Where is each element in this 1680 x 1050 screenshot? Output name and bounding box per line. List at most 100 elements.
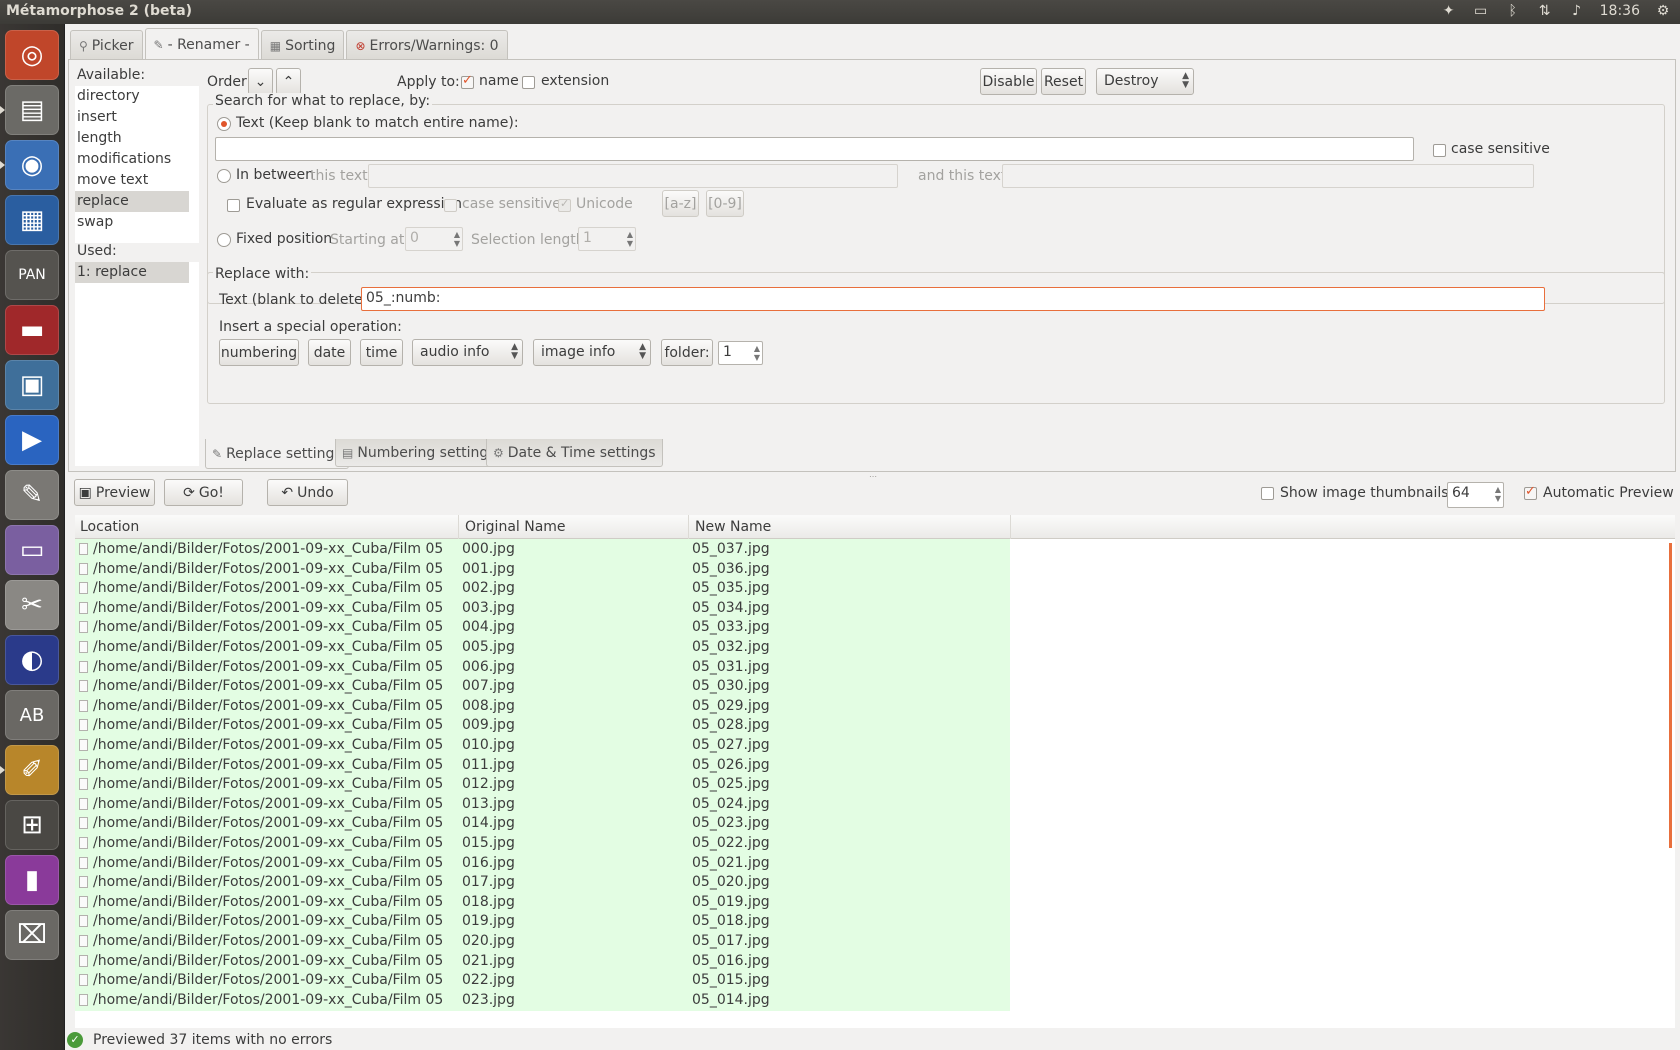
digits-button[interactable]: [0-9]: [706, 190, 744, 217]
order-down-button[interactable]: ⌄: [248, 68, 273, 95]
folder-button[interactable]: folder:: [661, 339, 713, 366]
case-sensitive-checkbox[interactable]: [1433, 144, 1446, 157]
table-row[interactable]: /home/andi/Bilder/Fotos/2001-09-xx_Cuba/…: [75, 578, 1675, 600]
table-row[interactable]: /home/andi/Bilder/Fotos/2001-09-xx_Cuba/…: [75, 735, 1675, 756]
table-row[interactable]: /home/andi/Bilder/Fotos/2001-09-xx_Cuba/…: [75, 715, 1675, 737]
workspace-switcher-icon[interactable]: ⊞: [5, 800, 59, 850]
table-row[interactable]: /home/andi/Bilder/Fotos/2001-09-xx_Cuba/…: [75, 950, 1675, 972]
extension-checkbox[interactable]: [522, 76, 535, 89]
table-row[interactable]: /home/andi/Bilder/Fotos/2001-09-xx_Cuba/…: [75, 539, 1675, 560]
regex-case-checkbox[interactable]: [444, 199, 457, 212]
fixed-position-radio[interactable]: [217, 233, 231, 247]
list-item[interactable]: modifications: [75, 149, 199, 170]
table-row[interactable]: /home/andi/Bilder/Fotos/2001-09-xx_Cuba/…: [75, 774, 1675, 796]
table-row[interactable]: /home/andi/Bilder/Fotos/2001-09-xx_Cuba/…: [75, 793, 1675, 815]
auto-preview-checkbox[interactable]: [1524, 484, 1537, 500]
tab-datetime-settings[interactable]: ⚙ Date & Time settings: [486, 439, 663, 467]
column-original-name[interactable]: Original Name: [465, 519, 566, 535]
table-row[interactable]: /home/andi/Bilder/Fotos/2001-09-xx_Cuba/…: [75, 931, 1675, 952]
table-row[interactable]: /home/andi/Bilder/Fotos/2001-09-xx_Cuba/…: [75, 754, 1675, 776]
replace-text-input[interactable]: 05_:numb:: [361, 287, 1545, 311]
and-this-text-input[interactable]: [1002, 164, 1534, 188]
table-row[interactable]: /home/andi/Bilder/Fotos/2001-09-xx_Cuba/…: [75, 656, 1675, 678]
tab-sorting[interactable]: ▦ Sorting: [260, 30, 345, 60]
clock[interactable]: 18:36: [1600, 3, 1640, 19]
column-new-name[interactable]: New Name: [695, 519, 771, 535]
name-checkbox[interactable]: [461, 73, 474, 89]
table-row[interactable]: /home/andi/Bilder/Fotos/2001-09-xx_Cuba/…: [75, 891, 1675, 913]
tab-renamer[interactable]: ✎ - Renamer -: [144, 28, 259, 60]
table-row[interactable]: /home/andi/Bilder/Fotos/2001-09-xx_Cuba/…: [75, 911, 1675, 933]
list-item-selected[interactable]: replace: [75, 191, 189, 212]
thumbnail-size-spinner[interactable]: 64 ▲ ▼: [1447, 482, 1504, 508]
list-item[interactable]: insert: [75, 107, 199, 128]
battery-icon[interactable]: ▭: [1472, 2, 1490, 20]
unicode-checkbox[interactable]: [558, 197, 571, 212]
table-row[interactable]: /home/andi/Bilder/Fotos/2001-09-xx_Cuba/…: [75, 676, 1675, 698]
pan-icon[interactable]: PAN: [5, 250, 59, 300]
column-location[interactable]: Location: [80, 519, 139, 535]
used-item[interactable]: 1: replace: [75, 262, 189, 283]
tab-numbering-settings[interactable]: ▤ Numbering settings: [335, 439, 503, 467]
column-separator[interactable]: [688, 515, 689, 539]
ubuntu-dash-icon[interactable]: ◎: [5, 30, 59, 80]
archive-tools-icon[interactable]: ✐: [0, 745, 59, 795]
system-tools-icon[interactable]: ✂: [5, 580, 59, 630]
scrollbar[interactable]: [1669, 543, 1672, 848]
image-viewer-icon[interactable]: ▣: [5, 360, 59, 410]
text-editor-icon[interactable]: ✎: [5, 470, 59, 520]
table-row[interactable]: /home/andi/Bilder/Fotos/2001-09-xx_Cuba/…: [75, 970, 1675, 992]
chrome-icon[interactable]: ◉: [0, 140, 59, 190]
volume-icon[interactable]: ♪: [1568, 2, 1586, 20]
table-row[interactable]: /home/andi/Bilder/Fotos/2001-09-xx_Cuba/…: [75, 872, 1675, 894]
folder-spinner[interactable]: 1 ▲ ▼: [718, 341, 763, 365]
tab-picker[interactable]: ⚲ Picker: [70, 30, 143, 60]
remote-desktop-icon[interactable]: ▭: [5, 525, 59, 575]
media-player-icon[interactable]: ▶: [5, 415, 59, 465]
table-row[interactable]: /home/andi/Bilder/Fotos/2001-09-xx_Cuba/…: [75, 597, 1675, 619]
tab-errors[interactable]: ⊗ Errors/Warnings: 0: [346, 30, 508, 60]
list-item[interactable]: directory: [75, 86, 199, 107]
trash-icon[interactable]: ⌧: [5, 910, 59, 960]
list-item[interactable]: swap: [75, 212, 199, 233]
image-info-select[interactable]: image info ▲ ▼: [533, 339, 651, 366]
table-row[interactable]: /home/andi/Bilder/Fotos/2001-09-xx_Cuba/…: [75, 852, 1675, 874]
show-thumbnails-checkbox[interactable]: [1261, 487, 1274, 500]
tab-replace-settings[interactable]: ✎ Replace settings: [205, 439, 349, 469]
this-text-input[interactable]: [368, 164, 898, 188]
dropbox-icon[interactable]: ✦: [1440, 2, 1458, 20]
app-icon[interactable]: ▮: [5, 855, 59, 905]
regex-checkbox[interactable]: [227, 199, 240, 212]
files-icon[interactable]: ▤: [0, 85, 59, 135]
table-row[interactable]: /home/andi/Bilder/Fotos/2001-09-xx_Cuba/…: [75, 637, 1675, 658]
time-button[interactable]: time: [360, 339, 403, 366]
destroy-select[interactable]: Destroy ▲ ▼: [1096, 68, 1194, 95]
go-button[interactable]: ⟳ Go!: [164, 479, 243, 506]
table-row[interactable]: /home/andi/Bilder/Fotos/2001-09-xx_Cuba/…: [75, 833, 1675, 854]
undo-button[interactable]: ↶ Undo: [267, 479, 348, 506]
date-button[interactable]: date: [308, 339, 351, 366]
table-row[interactable]: /home/andi/Bilder/Fotos/2001-09-xx_Cuba/…: [75, 695, 1675, 717]
reset-button[interactable]: Reset: [1041, 68, 1086, 95]
network-icon[interactable]: ⇅: [1536, 2, 1554, 20]
search-text-input[interactable]: [215, 137, 1414, 161]
table-row[interactable]: /home/andi/Bilder/Fotos/2001-09-xx_Cuba/…: [75, 813, 1675, 835]
bluetooth-icon[interactable]: ᛒ: [1504, 2, 1522, 20]
preview-button[interactable]: ▣ Preview: [74, 479, 155, 506]
table-row[interactable]: /home/andi/Bilder/Fotos/2001-09-xx_Cuba/…: [75, 989, 1675, 1011]
starting-at-spinner[interactable]: 0 ▲ ▼: [405, 227, 463, 251]
text-radio[interactable]: [217, 117, 231, 131]
eclipse-icon[interactable]: ◐: [5, 635, 59, 685]
list-item[interactable]: move text: [75, 170, 199, 191]
disable-button[interactable]: Disable: [980, 68, 1037, 95]
az-button[interactable]: [a-z]: [662, 190, 699, 217]
audio-info-select[interactable]: audio info ▲ ▼: [412, 339, 523, 366]
column-separator[interactable]: [1010, 515, 1011, 539]
media-app-icon[interactable]: ▬: [5, 305, 59, 355]
selection-length-spinner[interactable]: 1 ▲ ▼: [578, 227, 636, 251]
settings-gear-icon[interactable]: ⚙: [1654, 2, 1672, 20]
numbering-button[interactable]: numbering: [219, 339, 299, 366]
table-row[interactable]: /home/andi/Bilder/Fotos/2001-09-xx_Cuba/…: [75, 617, 1675, 639]
list-item[interactable]: length: [75, 128, 199, 149]
font-viewer-icon[interactable]: AB: [5, 690, 59, 740]
